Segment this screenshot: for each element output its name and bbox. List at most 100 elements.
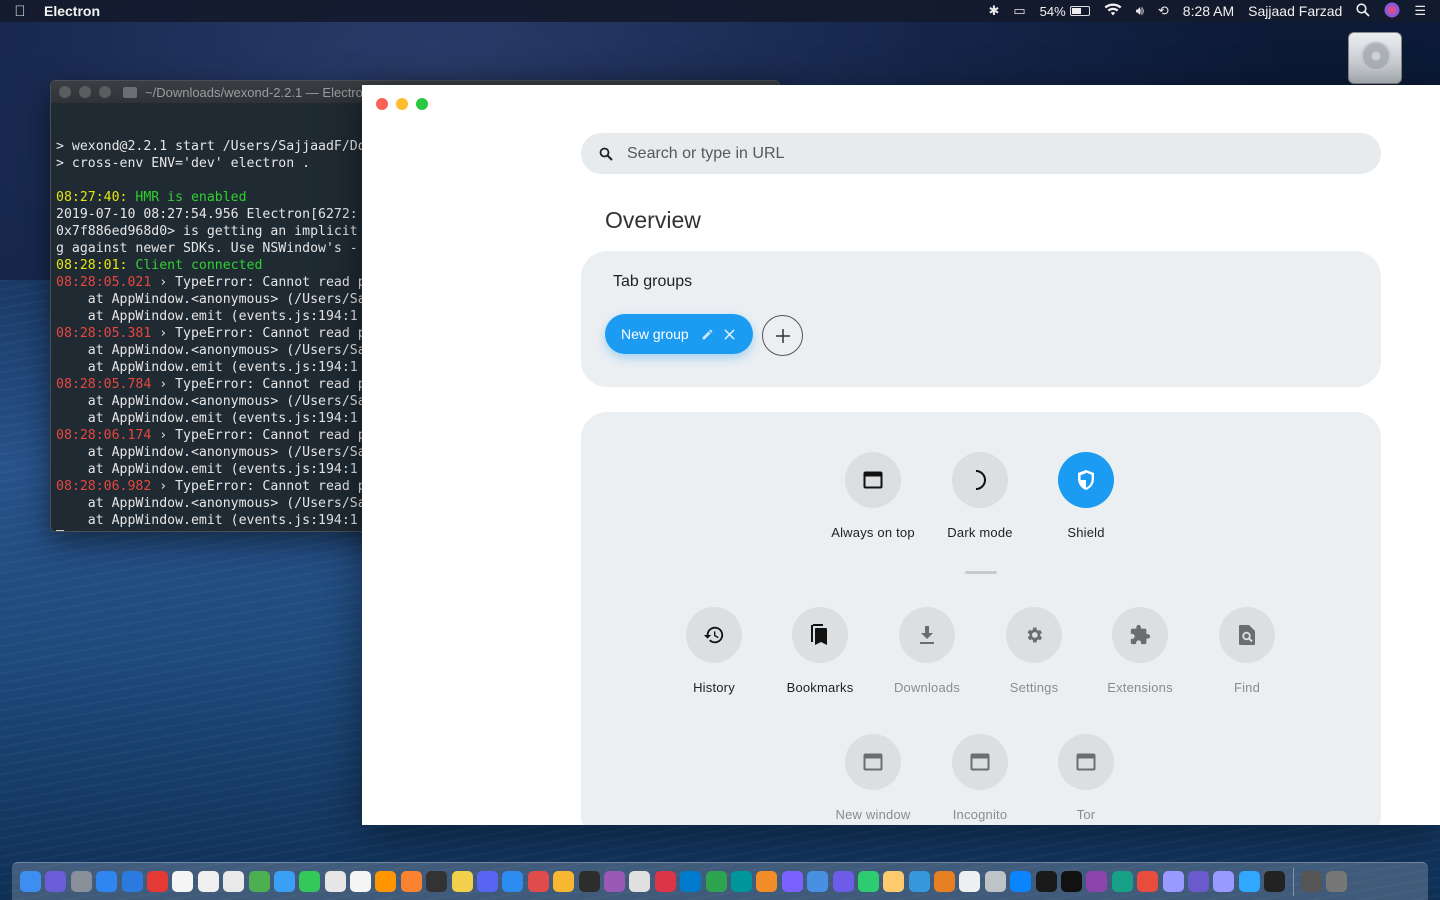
dock-app-icon[interactable] [1187, 871, 1209, 892]
search-input[interactable] [627, 144, 1327, 163]
dock-app-icon[interactable] [527, 871, 549, 892]
dock-app-icon[interactable] [223, 871, 245, 892]
dock-app-icon[interactable] [96, 871, 118, 892]
dock-app-icon[interactable] [934, 871, 956, 892]
search-bar[interactable] [581, 133, 1381, 174]
dock-app-icon[interactable] [603, 871, 625, 892]
menu-item-circle[interactable] [952, 734, 1008, 790]
dock-app-icon[interactable] [1137, 871, 1159, 892]
dock-app-icon[interactable] [857, 871, 879, 892]
dock-app-icon[interactable] [781, 871, 803, 892]
dock-app-icon[interactable] [578, 871, 600, 892]
active-app-name[interactable]: Electron [44, 3, 100, 19]
dock-app-icon[interactable] [1086, 871, 1108, 892]
dock-app-icon[interactable] [883, 871, 905, 892]
dock-app-icon[interactable] [1264, 871, 1286, 892]
dock-app-icon[interactable] [1061, 871, 1083, 892]
dock-app-icon[interactable] [426, 871, 448, 892]
notification-center-icon[interactable]: ☰ [1414, 3, 1426, 19]
dock-app-icon[interactable] [146, 871, 168, 892]
dock-app-icon[interactable] [273, 871, 295, 892]
dock-app-icon[interactable] [984, 871, 1006, 892]
dock-app-icon[interactable] [477, 871, 499, 892]
menu-item-history[interactable]: History [659, 607, 769, 695]
volume-icon[interactable]: 🔊︎ [1136, 3, 1144, 19]
user-name[interactable]: Sajjaad Farzad [1248, 3, 1342, 19]
menu-item-extensions[interactable]: Extensions [1085, 607, 1195, 695]
dock-app-icon[interactable] [959, 871, 981, 892]
dock-app-icon[interactable] [807, 871, 829, 892]
menu-item-settings[interactable]: Settings [979, 607, 1089, 695]
airplay-icon[interactable]: ▭ [1013, 3, 1025, 19]
always-on-top-toggle[interactable]: Always on top [818, 452, 928, 540]
toggle-circle[interactable] [952, 452, 1008, 508]
bluetooth-icon[interactable]: ✱ [988, 3, 999, 19]
menu-item-find[interactable]: Find [1192, 607, 1302, 695]
time-machine-icon[interactable]: ⟲ [1158, 3, 1169, 19]
menu-item-downloads[interactable]: Downloads [872, 607, 982, 695]
dock-app-icon[interactable] [451, 871, 473, 892]
edit-icon[interactable] [697, 324, 717, 344]
dock-app-icon[interactable] [1010, 871, 1032, 892]
menu-item-circle[interactable] [845, 734, 901, 790]
dock-app-icon[interactable] [172, 871, 194, 892]
dock-app-icon[interactable] [629, 871, 651, 892]
menu-item-circle[interactable] [1058, 734, 1114, 790]
menu-item-circle[interactable] [1006, 607, 1062, 663]
dock-app-icon[interactable] [553, 871, 575, 892]
browser-window[interactable]: Overview Tab groups New group Always on … [362, 85, 1440, 825]
dock-app-icon[interactable] [324, 871, 346, 892]
dock-app-icon[interactable] [756, 871, 778, 892]
dock-app-icon[interactable] [20, 871, 41, 892]
dock-app-icon[interactable] [1238, 871, 1260, 892]
menu-item-circle[interactable] [1112, 607, 1168, 663]
menu-item-new-window[interactable]: New window [818, 734, 928, 822]
dock-app-icon[interactable] [375, 871, 397, 892]
spotlight-search-icon[interactable] [1356, 2, 1370, 20]
dock-app-icon[interactable] [908, 871, 930, 892]
minimize-icon[interactable] [79, 86, 91, 98]
dock-app-icon[interactable] [350, 871, 372, 892]
close-icon[interactable] [719, 324, 739, 344]
dock-app-icon[interactable] [70, 871, 92, 892]
siri-icon[interactable] [1384, 2, 1400, 21]
tab-group-chip[interactable]: New group [605, 314, 753, 354]
toggle-circle[interactable] [1058, 452, 1114, 508]
apple-menu-icon[interactable]:  [0, 3, 40, 20]
dock-app-icon[interactable] [832, 871, 854, 892]
dark-mode-toggle[interactable]: Dark mode [925, 452, 1035, 540]
menu-item-circle[interactable] [899, 607, 955, 663]
dock-app-icon[interactable] [502, 871, 524, 892]
toggle-circle[interactable] [845, 452, 901, 508]
zoom-icon[interactable] [99, 86, 111, 98]
menu-item-tor[interactable]: Tor [1031, 734, 1141, 822]
dock-app-icon[interactable] [1162, 871, 1184, 892]
dock-app-icon[interactable] [1035, 871, 1057, 892]
menu-item-bookmarks[interactable]: Bookmarks [765, 607, 875, 695]
dock-app-icon[interactable] [1213, 871, 1235, 892]
menu-item-circle[interactable] [1219, 607, 1275, 663]
dock-app-icon[interactable] [1300, 871, 1322, 892]
dock-app-icon[interactable] [1111, 871, 1133, 892]
hard-disk-icon[interactable] [1348, 32, 1402, 84]
battery-status[interactable]: 54% [1040, 4, 1090, 19]
menu-item-circle[interactable] [792, 607, 848, 663]
close-window-button[interactable] [376, 98, 388, 110]
dock-app-icon[interactable] [400, 871, 422, 892]
dock-app-icon[interactable] [197, 871, 219, 892]
dock-app-icon[interactable] [45, 871, 67, 892]
menu-item-incognito[interactable]: Incognito [925, 734, 1035, 822]
clock[interactable]: 8:28 AM [1183, 3, 1234, 19]
dock-app-icon[interactable] [1326, 871, 1348, 892]
dock-app-icon[interactable] [730, 871, 752, 892]
shield-toggle[interactable]: Shield [1031, 452, 1141, 540]
dock-app-icon[interactable] [680, 871, 702, 892]
menu-item-circle[interactable] [686, 607, 742, 663]
wifi-icon[interactable] [1104, 3, 1122, 19]
maximize-window-button[interactable] [416, 98, 428, 110]
minimize-window-button[interactable] [396, 98, 408, 110]
dock-app-icon[interactable] [121, 871, 143, 892]
dock-app-icon[interactable] [299, 871, 321, 892]
add-tab-group-button[interactable] [762, 315, 803, 356]
close-icon[interactable] [59, 86, 71, 98]
